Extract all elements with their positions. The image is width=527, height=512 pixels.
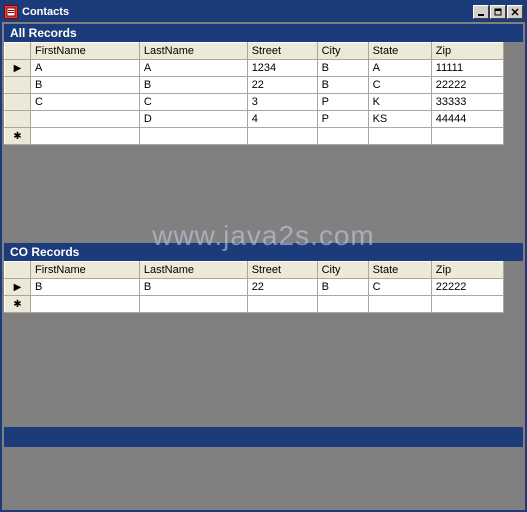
- row-header[interactable]: ✱: [5, 296, 31, 313]
- cell[interactable]: [31, 111, 140, 128]
- window-buttons: [473, 5, 523, 19]
- cell[interactable]: B: [139, 279, 247, 296]
- row-header[interactable]: ▶: [5, 60, 31, 77]
- window-title: Contacts: [22, 6, 473, 18]
- col-city[interactable]: City: [317, 43, 368, 60]
- table-row[interactable]: ✱: [5, 128, 504, 145]
- new-row-indicator-icon: ✱: [13, 131, 21, 142]
- col-lastname[interactable]: LastName: [139, 43, 247, 60]
- cell[interactable]: A: [139, 60, 247, 77]
- col-street[interactable]: Street: [247, 262, 317, 279]
- cell[interactable]: A: [31, 60, 140, 77]
- panel-header-co: CO Records: [4, 243, 523, 261]
- cell[interactable]: B: [317, 77, 368, 94]
- header-row: FirstName LastName Street City State Zip: [5, 262, 504, 279]
- maximize-button[interactable]: [490, 5, 506, 19]
- cell[interactable]: B: [317, 60, 368, 77]
- cell[interactable]: D: [139, 111, 247, 128]
- cell[interactable]: B: [31, 77, 140, 94]
- cell[interactable]: [139, 128, 247, 145]
- title-bar[interactable]: Contacts: [2, 2, 525, 22]
- cell[interactable]: P: [317, 94, 368, 111]
- table-row[interactable]: D4PKS44444: [5, 111, 504, 128]
- row-header[interactable]: ▶: [5, 279, 31, 296]
- cell[interactable]: 44444: [431, 111, 503, 128]
- cell[interactable]: B: [139, 77, 247, 94]
- current-row-indicator-icon: ▶: [14, 63, 22, 74]
- cell[interactable]: C: [139, 94, 247, 111]
- cell[interactable]: [139, 296, 247, 313]
- cell[interactable]: B: [317, 279, 368, 296]
- col-zip[interactable]: Zip: [431, 43, 503, 60]
- minimize-button[interactable]: [473, 5, 489, 19]
- datagrid-all[interactable]: FirstName LastName Street City State Zip…: [4, 42, 504, 145]
- cell[interactable]: [368, 296, 431, 313]
- panel-all-records: All Records FirstName LastName Street Ci…: [4, 24, 523, 239]
- row-header-corner[interactable]: [5, 43, 31, 60]
- cell[interactable]: [247, 296, 317, 313]
- cell[interactable]: KS: [368, 111, 431, 128]
- table-row[interactable]: CC3PK33333: [5, 94, 504, 111]
- col-state[interactable]: State: [368, 43, 431, 60]
- table-row[interactable]: BB22BC22222: [5, 77, 504, 94]
- row-header[interactable]: ✱: [5, 128, 31, 145]
- cell[interactable]: [431, 296, 503, 313]
- cell[interactable]: [31, 296, 140, 313]
- cell[interactable]: A: [368, 60, 431, 77]
- cell[interactable]: 3: [247, 94, 317, 111]
- grid-body-all: ▶AA1234BA11111BB22BC22222CC3PK33333D4PKS…: [5, 60, 504, 145]
- new-row-indicator-icon: ✱: [13, 299, 21, 310]
- cell[interactable]: 11111: [431, 60, 503, 77]
- cell[interactable]: [31, 128, 140, 145]
- row-header[interactable]: [5, 77, 31, 94]
- table-row[interactable]: ▶BB22BC22222: [5, 279, 504, 296]
- cell[interactable]: [317, 296, 368, 313]
- grid-wrap-co: FirstName LastName Street City State Zip…: [4, 261, 523, 313]
- col-zip[interactable]: Zip: [431, 262, 503, 279]
- datagrid-co[interactable]: FirstName LastName Street City State Zip…: [4, 261, 504, 313]
- cell[interactable]: 4: [247, 111, 317, 128]
- bottom-bar: [4, 427, 523, 447]
- row-header[interactable]: [5, 111, 31, 128]
- cell[interactable]: 22: [247, 279, 317, 296]
- panel-header-all: All Records: [4, 24, 523, 42]
- cell[interactable]: K: [368, 94, 431, 111]
- app-icon: [4, 5, 18, 19]
- cell[interactable]: C: [31, 94, 140, 111]
- col-lastname[interactable]: LastName: [139, 262, 247, 279]
- cell[interactable]: [317, 128, 368, 145]
- cell[interactable]: C: [368, 279, 431, 296]
- table-row[interactable]: ✱: [5, 296, 504, 313]
- cell[interactable]: 22222: [431, 77, 503, 94]
- cell[interactable]: B: [31, 279, 140, 296]
- client-area: All Records FirstName LastName Street Ci…: [2, 22, 525, 510]
- col-street[interactable]: Street: [247, 43, 317, 60]
- cell[interactable]: C: [368, 77, 431, 94]
- col-firstname[interactable]: FirstName: [31, 43, 140, 60]
- header-row: FirstName LastName Street City State Zip: [5, 43, 504, 60]
- cell[interactable]: 1234: [247, 60, 317, 77]
- row-header-corner[interactable]: [5, 262, 31, 279]
- row-header[interactable]: [5, 94, 31, 111]
- cell[interactable]: [368, 128, 431, 145]
- current-row-indicator-icon: ▶: [14, 282, 22, 293]
- panel-co-records: CO Records FirstName LastName Street Cit…: [4, 243, 523, 423]
- cell[interactable]: [247, 128, 317, 145]
- cell[interactable]: [431, 128, 503, 145]
- app-window: Contacts All Records FirstName LastName …: [0, 0, 527, 512]
- cell[interactable]: 33333: [431, 94, 503, 111]
- cell[interactable]: P: [317, 111, 368, 128]
- grid-wrap-all: FirstName LastName Street City State Zip…: [4, 42, 523, 145]
- grid-body-co: ▶BB22BC22222✱: [5, 279, 504, 313]
- col-firstname[interactable]: FirstName: [31, 262, 140, 279]
- close-button[interactable]: [507, 5, 523, 19]
- cell[interactable]: 22222: [431, 279, 503, 296]
- cell[interactable]: 22: [247, 77, 317, 94]
- col-state[interactable]: State: [368, 262, 431, 279]
- table-row[interactable]: ▶AA1234BA11111: [5, 60, 504, 77]
- col-city[interactable]: City: [317, 262, 368, 279]
